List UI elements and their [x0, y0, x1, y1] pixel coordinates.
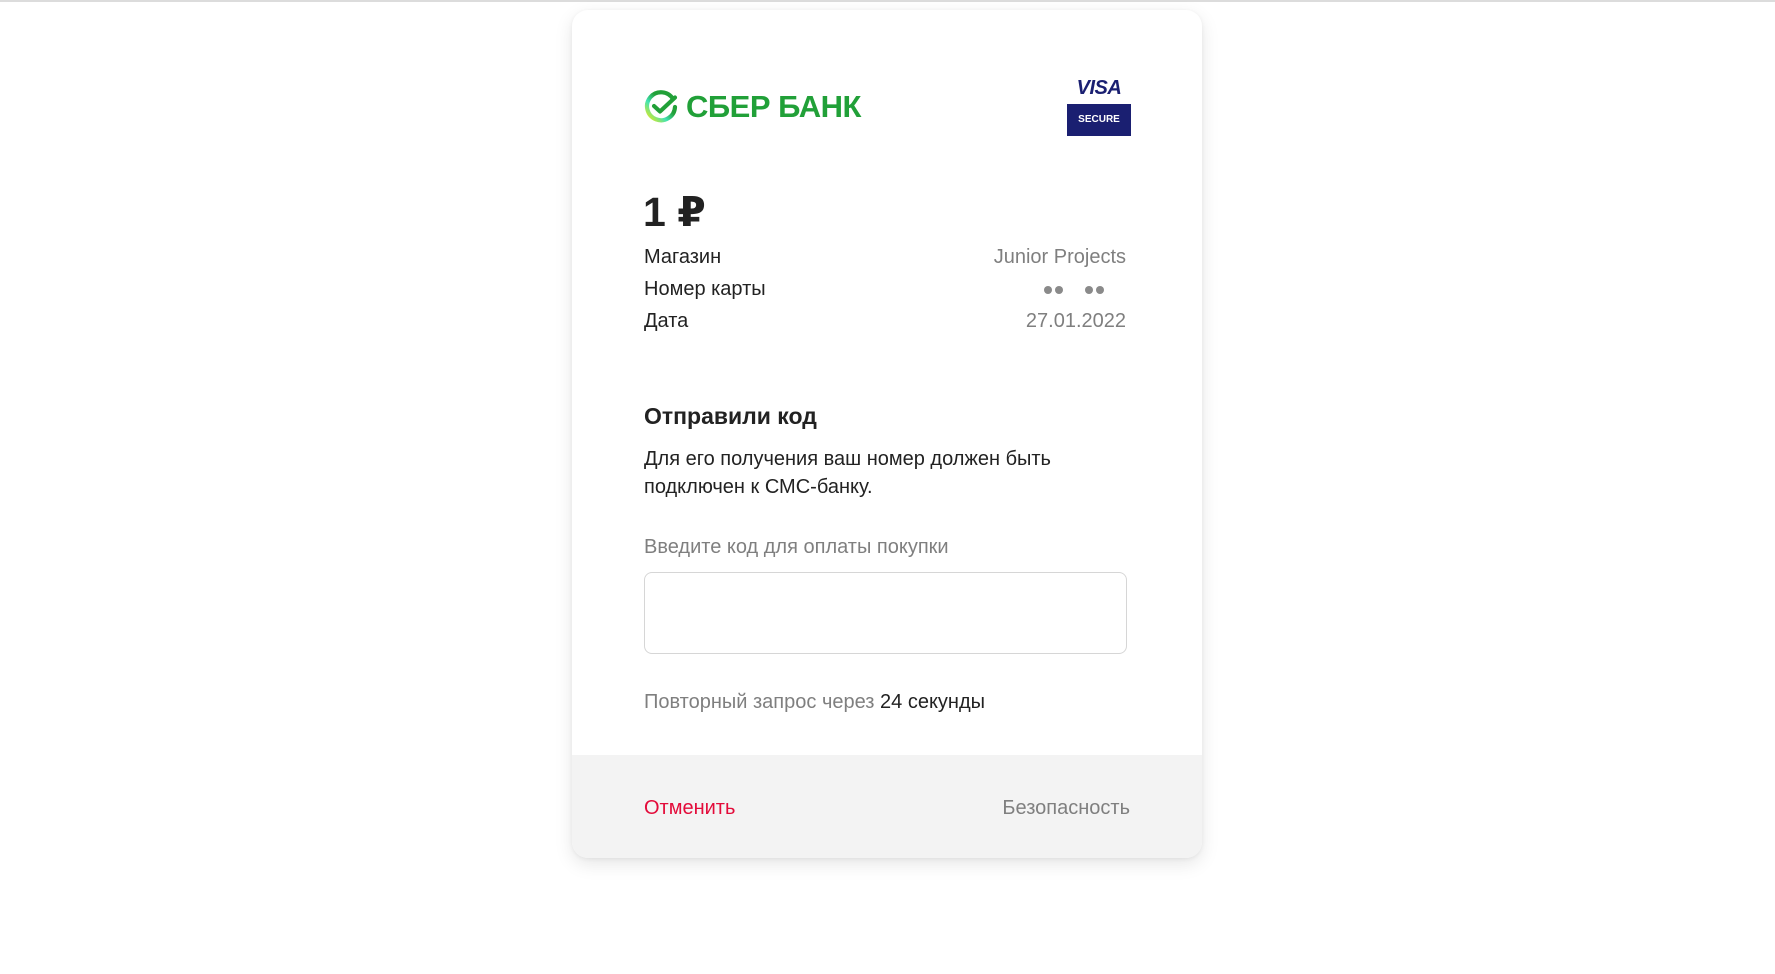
otp-description: Для его получения ваш номер должен быть … — [644, 448, 1051, 498]
visa-wordmark: VISA — [1076, 77, 1122, 99]
top-divider — [0, 0, 1775, 2]
code-input-label: Введите код для оплаты покупки — [644, 536, 949, 558]
bank-name: СБЕР БАНК — [686, 89, 861, 124]
sms-code-input[interactable] — [644, 572, 1127, 654]
security-link[interactable]: Безопасность — [1002, 797, 1130, 820]
card-body: СБЕР БАНК VISA SECURE 1 ₽ Магазин Junior… — [572, 10, 1202, 755]
detail-label: Дата — [644, 310, 689, 332]
masked-card-number — [1044, 286, 1104, 294]
sber-checkmark-logo-icon — [644, 90, 678, 123]
detail-label: Магазин — [644, 246, 722, 268]
payment-confirmation-card: СБЕР БАНК VISA SECURE 1 ₽ Магазин Junior… — [572, 10, 1202, 858]
detail-row-store: Магазин Junior Projects — [644, 246, 1126, 276]
detail-row-card-number: Номер карты — [644, 278, 1126, 308]
card-footer: Отменить Безопасность — [572, 755, 1202, 858]
resend-countdown: 24 секунды — [880, 691, 986, 713]
visa-secure-logo: VISA SECURE — [1067, 76, 1131, 136]
detail-value: Junior Projects — [993, 246, 1126, 268]
detail-value: 27.01.2022 — [1025, 310, 1126, 332]
resend-prefix: Повторный запрос через — [644, 691, 875, 713]
resend-timer: Повторный запрос через 24 секунды — [644, 691, 985, 714]
otp-heading: Отправили код — [644, 403, 817, 429]
detail-row-date: Дата 27.01.2022 — [644, 310, 1126, 340]
detail-label: Номер карты — [644, 278, 766, 300]
sber-bank-logo: СБЕР БАНК — [644, 87, 861, 127]
payment-amount: 1 ₽ — [643, 189, 706, 235]
cancel-button[interactable]: Отменить — [644, 797, 735, 820]
visa-secure-badge: SECURE — [1067, 104, 1131, 136]
